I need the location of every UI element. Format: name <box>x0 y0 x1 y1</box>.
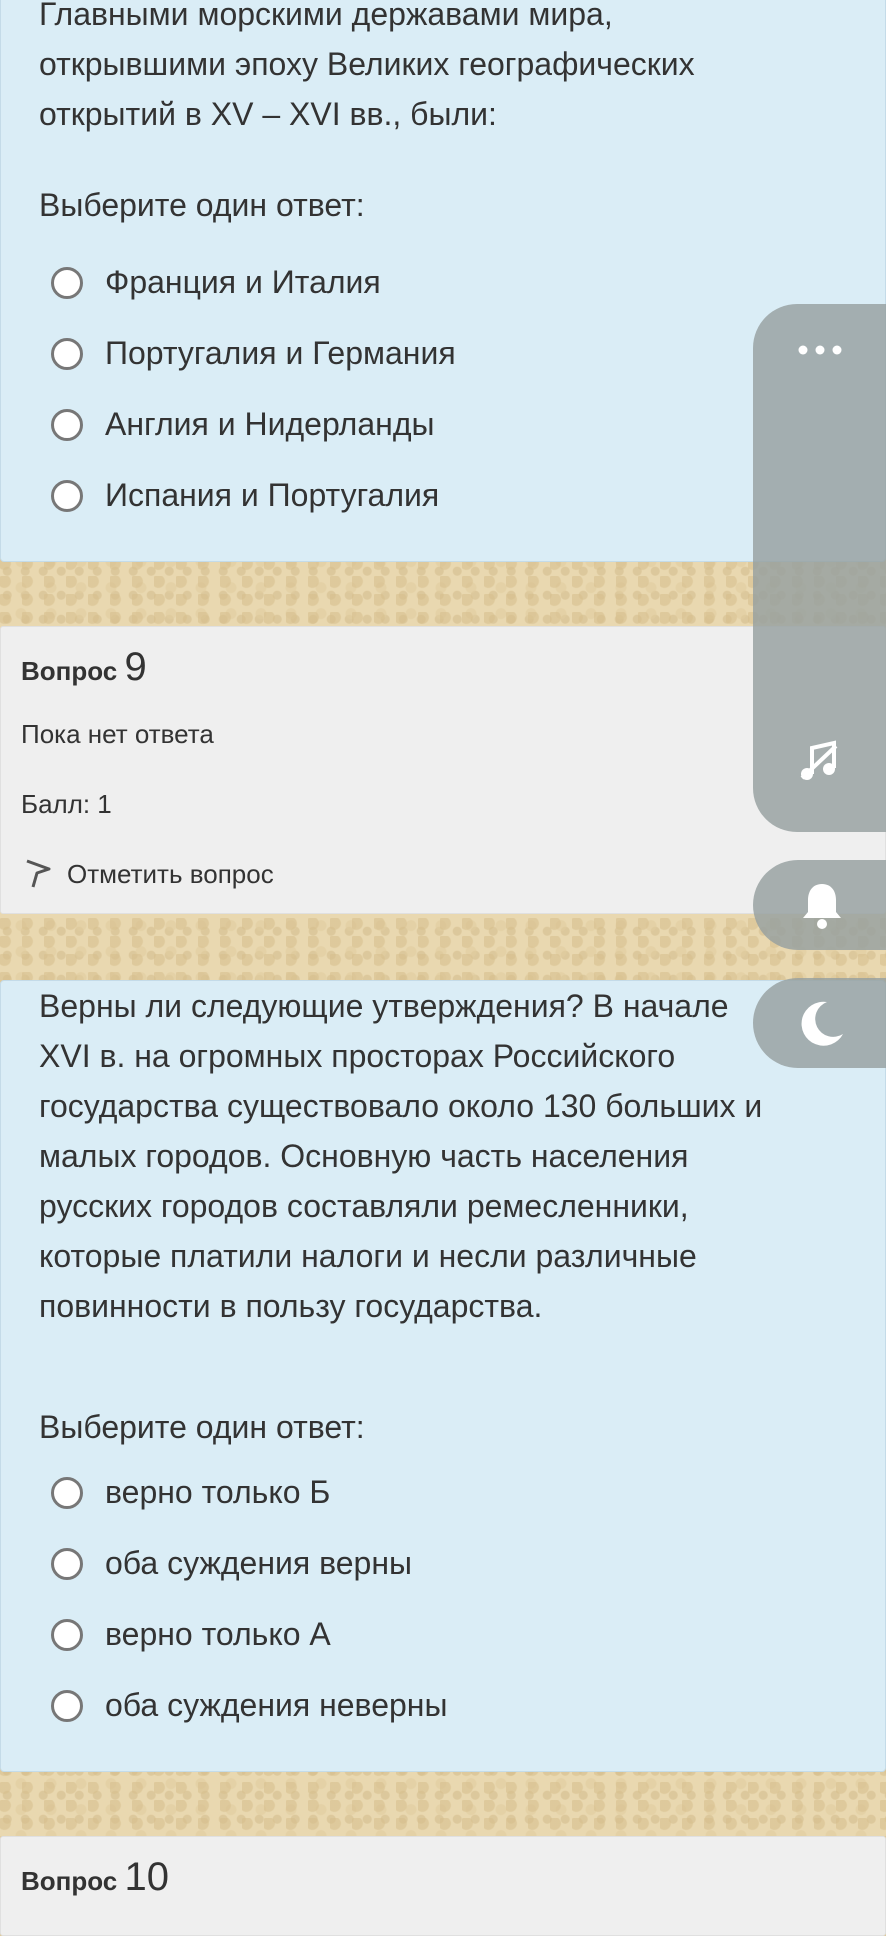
question-label: Вопрос <box>21 1866 118 1896</box>
moon-icon <box>799 998 847 1048</box>
radio-button[interactable] <box>51 337 83 370</box>
answer-option[interactable]: Франция и Италия <box>1 247 701 318</box>
question-label: Вопрос <box>21 656 118 686</box>
answer-option[interactable]: Португалия и Германия <box>1 318 701 389</box>
question-text-line: малых городов. Основную часть населения <box>39 1138 689 1174</box>
night-mode-button[interactable] <box>753 978 886 1068</box>
question-number: 9 <box>124 645 147 689</box>
question-text-line: открывшими эпоху Великих географических <box>39 46 695 82</box>
radio-button[interactable] <box>51 1547 83 1580</box>
answer-prompt: Выберите один ответ: <box>39 187 365 223</box>
bell-icon <box>799 880 845 930</box>
question-text-line: открытий в XV – XVI вв., были: <box>39 96 497 132</box>
question-heading: Вопрос 10 <box>21 1855 169 1900</box>
question-text-line: повинности в пользу государства. <box>39 1288 543 1324</box>
question-8-text: Главными морскими державами мира, открыв… <box>39 0 695 139</box>
answer-option-label: верно только А <box>105 1616 331 1652</box>
radio-button[interactable] <box>51 479 83 512</box>
answer-option-label: Англия и Нидерланды <box>105 406 435 442</box>
notifications-button[interactable] <box>753 860 886 950</box>
radio-button[interactable] <box>51 408 83 441</box>
question-text-line: русских городов составляли ремесленники, <box>39 1188 689 1224</box>
answer-option-label: верно только Б <box>105 1474 331 1510</box>
question-text-line: Верны ли следующие утверждения? В начале <box>39 988 729 1024</box>
radio-button[interactable] <box>51 1476 83 1509</box>
floating-panel <box>753 304 886 832</box>
flag-question-link[interactable]: Отметить вопрос <box>23 857 274 891</box>
question-number: 10 <box>124 1855 169 1899</box>
answer-option-label: Португалия и Германия <box>105 335 456 371</box>
answer-option[interactable]: верно только А <box>1 1599 701 1670</box>
answer-option[interactable]: оба суждения верны <box>1 1528 701 1599</box>
question-text-line: государства существовало около 130 больш… <box>39 1088 763 1124</box>
answer-option[interactable]: Испания и Португалия <box>1 460 701 531</box>
answer-option-label: Испания и Португалия <box>105 477 440 513</box>
question-9-text: Верны ли следующие утверждения? В начале… <box>39 981 762 1331</box>
answer-option-label: Франция и Италия <box>105 264 381 300</box>
question-heading: Вопрос 9 <box>21 645 147 690</box>
question-grade: Балл: 1 <box>21 789 112 819</box>
answer-options: Франция и Италия Португалия и Германия А… <box>1 247 701 531</box>
question-text-line: которые платили налоги и несли различные <box>39 1238 697 1274</box>
answer-options: верно только Б оба суждения верны верно … <box>1 1457 701 1741</box>
answer-prompt: Выберите один ответ: <box>39 1409 365 1445</box>
answer-option-label: оба суждения неверны <box>105 1687 448 1723</box>
answer-option-label: оба суждения верны <box>105 1545 412 1581</box>
radio-button[interactable] <box>51 266 83 299</box>
question-text-line: Главными морскими державами мира, <box>39 0 613 32</box>
answer-option[interactable]: верно только Б <box>1 1457 701 1528</box>
music-off-icon[interactable] <box>796 738 842 784</box>
question-status: Пока нет ответа <box>21 719 214 749</box>
question-10-info: Вопрос 10 <box>0 1836 886 1936</box>
radio-button[interactable] <box>51 1689 83 1722</box>
question-text-line: XVI в. на огромных просторах Российского <box>39 1038 676 1074</box>
answer-option[interactable]: Англия и Нидерланды <box>1 389 701 460</box>
answer-option[interactable]: оба суждения неверны <box>1 1670 701 1741</box>
radio-button[interactable] <box>51 1618 83 1651</box>
question-9-content: Верны ли следующие утверждения? В начале… <box>0 980 886 1772</box>
flag-question-label: Отметить вопрос <box>67 858 274 889</box>
more-dots-icon[interactable] <box>753 330 886 370</box>
flag-icon <box>23 857 53 891</box>
